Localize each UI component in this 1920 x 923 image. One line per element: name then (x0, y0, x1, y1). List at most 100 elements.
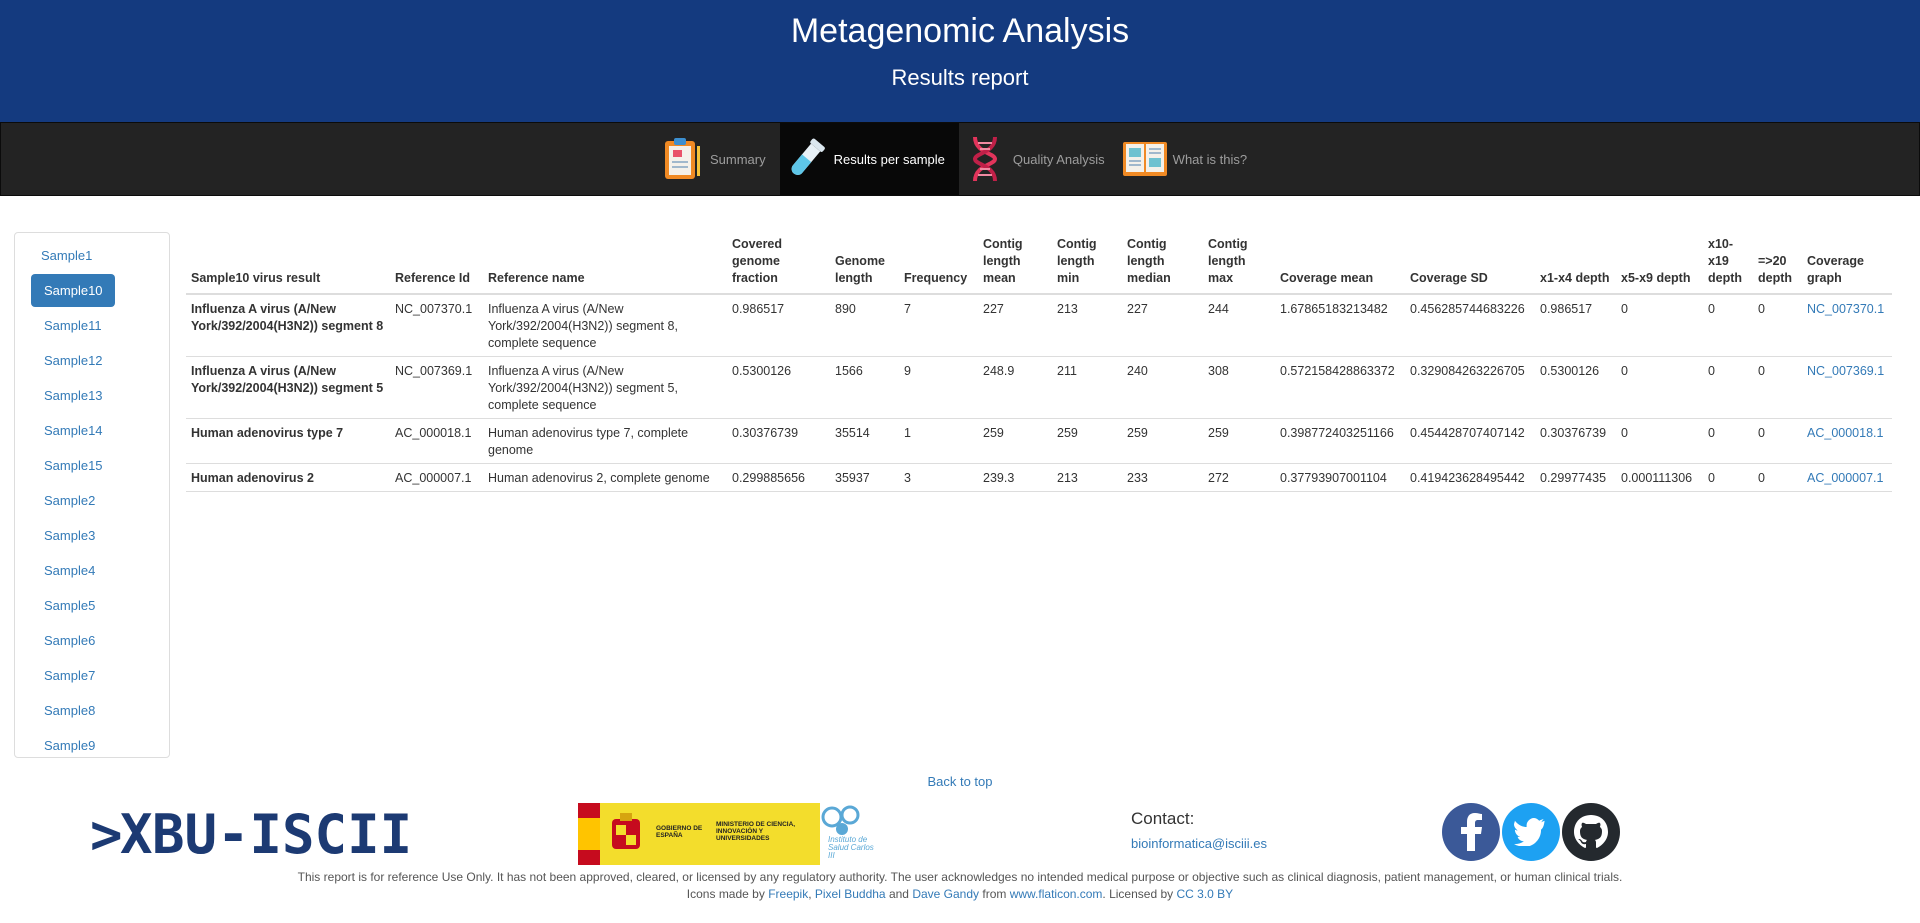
credit-dave-gandy-link[interactable]: Dave Gandy (912, 887, 979, 901)
cell-x10-x19: 0 (1703, 356, 1753, 419)
sidebar-item-sample3[interactable]: Sample3 (31, 519, 115, 552)
cell-x1-x4: 0.29977435 (1535, 463, 1616, 492)
col-header-genome-length: Genome length (830, 233, 899, 295)
sidebar-item-sample5[interactable]: Sample5 (31, 589, 115, 622)
table-row: Influenza A virus (A/New York/392/2004(H… (186, 294, 1892, 357)
cell-contig-max: 259 (1203, 418, 1275, 464)
cell-contig-mean: 248.9 (978, 356, 1052, 419)
cell-reference-name: Influenza A virus (A/New York/392/2004(H… (483, 356, 727, 419)
page-subtitle: Results report (891, 65, 1029, 90)
open-book-icon (1121, 135, 1169, 183)
tab-summary[interactable]: Summary (656, 123, 780, 195)
col-header-coverage-sd: Coverage SD (1405, 233, 1535, 295)
cell-covered-fraction: 0.299885656 (727, 463, 830, 492)
cell-x5-x9: 0.000111306 (1616, 463, 1703, 492)
cell-contig-max: 308 (1203, 356, 1275, 419)
sample-sidebar: Sample1 Sample10 Sample11 Sample12 Sampl… (14, 232, 170, 758)
cell-coverage-graph: NC_007370.1 (1802, 294, 1892, 357)
sidebar-item-sample1[interactable]: Sample1 (31, 239, 115, 272)
tab-what-label: What is this? (1172, 151, 1248, 167)
isciii-text: Instituto de Salud Carlos III (828, 835, 874, 860)
credits-from: from (982, 887, 1007, 901)
cell-coverage-graph: AC_000007.1 (1802, 463, 1892, 492)
cell-coverage-mean: 0.572158428863372 (1275, 356, 1405, 419)
cell-x1-x4: 0.30376739 (1535, 418, 1616, 464)
cell-contig-mean: 239.3 (978, 463, 1052, 492)
bu-isciii-logo: > X BU-ISCIII (90, 803, 445, 866)
flaticon-link[interactable]: www.flaticon.com (1010, 887, 1103, 901)
sidebar-item-sample14[interactable]: Sample14 (31, 414, 115, 447)
coverage-graph-link[interactable]: AC_000018.1 (1807, 426, 1883, 440)
cell-genome-length: 890 (830, 294, 899, 357)
cell-contig-min: 213 (1052, 463, 1122, 492)
cell-covered-fraction: 0.5300126 (727, 356, 830, 419)
table-row: Human adenovirus 2 AC_000007.1 Human ade… (186, 463, 1892, 492)
col-header-covered-fraction: Covered genome fraction (727, 233, 830, 295)
cell-x1-x4: 0.986517 (1535, 294, 1616, 357)
cell-genome-length: 35514 (830, 418, 899, 464)
cell-coverage-graph: NC_007369.1 (1802, 356, 1892, 419)
tab-what-is-this[interactable]: What is this? (1119, 123, 1261, 195)
cell-coverage-graph: AC_000018.1 (1802, 418, 1892, 464)
cell-coverage-mean: 0.398772403251166 (1275, 418, 1405, 464)
credit-pixel-buddha-link[interactable]: Pixel Buddha (815, 887, 886, 901)
tab-quality-analysis[interactable]: Quality Analysis (959, 123, 1119, 195)
cell-contig-min: 211 (1052, 356, 1122, 419)
github-icon[interactable] (1562, 803, 1620, 861)
col-header-frequency: Frequency (899, 233, 978, 295)
sidebar-item-sample15[interactable]: Sample15 (31, 449, 115, 482)
page-title: Metagenomic Analysis (790, 12, 1130, 50)
sidebar-item-sample9[interactable]: Sample9 (31, 729, 115, 762)
cell-reference-id: NC_007369.1 (390, 356, 483, 419)
sidebar-item-sample6[interactable]: Sample6 (31, 624, 115, 657)
cell-x5-x9: 0 (1616, 418, 1703, 464)
col-header-contig-max: Contig length max (1203, 233, 1275, 295)
credit-freepik-link[interactable]: Freepik (768, 887, 808, 901)
page-header: Metagenomic Analysis Results report (0, 0, 1920, 122)
cell-virus: Influenza A virus (A/New York/392/2004(H… (186, 294, 390, 357)
sidebar-item-sample13[interactable]: Sample13 (31, 379, 115, 412)
license-link[interactable]: CC 3.0 BY (1176, 887, 1233, 901)
tab-results-per-sample[interactable]: Results per sample (779, 123, 959, 195)
twitter-icon[interactable] (1502, 803, 1560, 861)
cell-x10-x19: 0 (1703, 463, 1753, 492)
coverage-graph-link[interactable]: NC_007369.1 (1807, 364, 1884, 378)
cell-contig-min: 213 (1052, 294, 1122, 357)
coverage-graph-link[interactable]: AC_000007.1 (1807, 471, 1883, 485)
cell-reference-id: NC_007370.1 (390, 294, 483, 357)
sidebar-item-sample10[interactable]: Sample10 (31, 274, 115, 307)
cell-coverage-mean: 1.67865183213482 (1275, 294, 1405, 357)
cell-contig-median: 259 (1122, 418, 1203, 464)
gobierno-logo: GOBIERNO DE ESPAÑA MINISTERIO DE CIENCIA… (578, 803, 820, 865)
back-to-top-wrap: Back to top (0, 774, 1920, 789)
cell-virus: Human adenovirus type 7 (186, 418, 390, 464)
sidebar-item-sample4[interactable]: Sample4 (31, 554, 115, 587)
dna-icon (961, 135, 1009, 183)
facebook-icon[interactable] (1442, 803, 1500, 861)
results-table: Sample10 virus result Reference Id Refer… (186, 233, 1892, 492)
sidebar-item-sample2[interactable]: Sample2 (31, 484, 115, 517)
cell-reference-name: Influenza A virus (A/New York/392/2004(H… (483, 294, 727, 357)
col-header-contig-mean: Contig length mean (978, 233, 1052, 295)
col-header-virus: Sample10 virus result (186, 233, 390, 295)
cell-covered-fraction: 0.30376739 (727, 418, 830, 464)
cell-coverage-sd: 0.419423628495442 (1405, 463, 1535, 492)
cell-reference-id: AC_000018.1 (390, 418, 483, 464)
sidebar-item-sample8[interactable]: Sample8 (31, 694, 115, 727)
cell-frequency: 9 (899, 356, 978, 419)
col-header-contig-min: Contig length min (1052, 233, 1122, 295)
svg-text:>: > (90, 805, 123, 861)
sidebar-item-sample11[interactable]: Sample11 (31, 309, 115, 342)
cell-reference-name: Human adenovirus 2, complete genome (483, 463, 727, 492)
sidebar-item-sample12[interactable]: Sample12 (31, 344, 115, 377)
cell-contig-median: 240 (1122, 356, 1203, 419)
top-navbar: Summary Results per sample Quality Analy… (0, 122, 1920, 196)
back-to-top-link[interactable]: Back to top (927, 774, 992, 789)
bu-isciii-logo-text: BU-ISCIII (152, 805, 410, 861)
sidebar-item-sample7[interactable]: Sample7 (31, 659, 115, 692)
cell-genome-length: 35937 (830, 463, 899, 492)
col-header-coverage-mean: Coverage mean (1275, 233, 1405, 295)
contact-email-link[interactable]: bioinformatica@isciii.es (1131, 836, 1267, 851)
cell-coverage-sd: 0.329084263226705 (1405, 356, 1535, 419)
coverage-graph-link[interactable]: NC_007370.1 (1807, 302, 1884, 316)
